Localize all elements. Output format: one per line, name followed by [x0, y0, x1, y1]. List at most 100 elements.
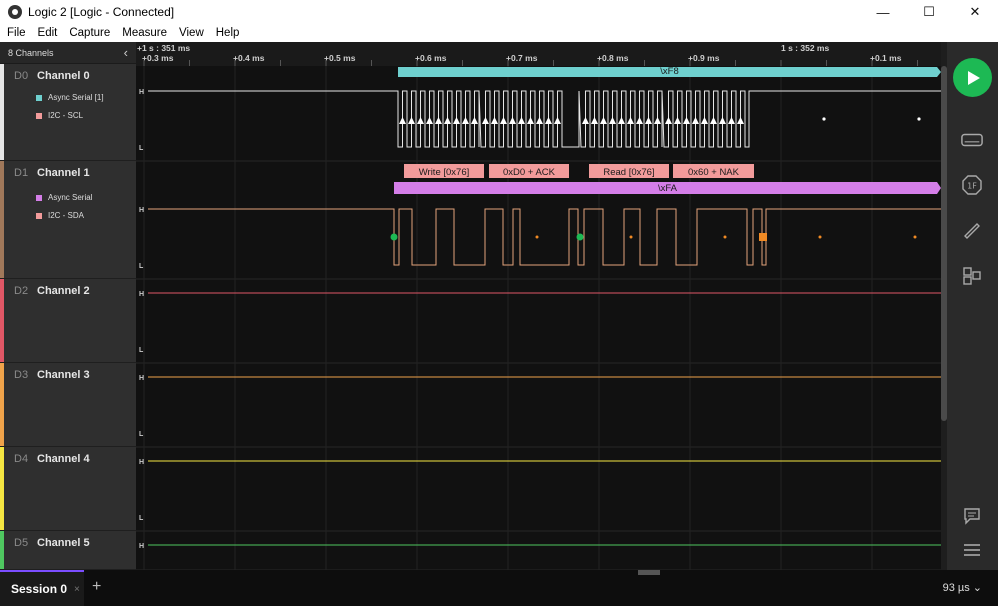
level-low-label: L [139, 347, 144, 354]
channel-color-bar [0, 447, 4, 530]
bit-sample-dot [913, 235, 917, 239]
menu-help[interactable]: Help [210, 27, 246, 39]
clock-edge-marker [683, 117, 690, 124]
clock-edge-marker [536, 117, 543, 124]
extensions-icon[interactable] [961, 265, 983, 287]
menu-bar: File Edit Capture Measure View Help [0, 24, 998, 42]
channel-id: D0 [14, 70, 29, 82]
channel-name[interactable]: Channel 5 [37, 537, 90, 549]
clock-edge-marker [582, 117, 589, 124]
channel-id: D1 [14, 167, 29, 179]
clock-edge-marker [527, 117, 534, 124]
channel-name[interactable]: Channel 2 [37, 285, 90, 297]
channel-color-bar [0, 161, 4, 278]
channel-row-5[interactable]: D5 Channel 5 [0, 531, 136, 570]
channel-0-trace [148, 90, 941, 148]
clock-edge-marker [518, 117, 525, 124]
channel-count: 8 Channels [8, 47, 54, 58]
measure-icon-glyph [964, 223, 980, 239]
channel-name[interactable]: Channel 3 [37, 369, 90, 381]
analyzer-name: Async Serial [1] [48, 93, 104, 102]
clock-edge-marker [674, 117, 681, 124]
clock-edge-marker [737, 117, 744, 124]
chat-icon[interactable] [961, 505, 983, 527]
bit-sample-dot [535, 235, 539, 239]
clock-edge-marker [692, 117, 699, 124]
analyzer-tag[interactable]: I2C - SDA [36, 211, 84, 220]
channel-row-2[interactable]: D2 Channel 2 [0, 279, 136, 363]
bit-sample-dot [818, 235, 822, 239]
channel-row-0[interactable]: D0 Channel 0 Async Serial [1] I2C - SCL [0, 64, 136, 161]
menu-file[interactable]: File [0, 27, 32, 39]
bit-sample-dot [629, 235, 633, 239]
analyzers-icon[interactable]: 1F [961, 174, 983, 196]
level-high-label: H [139, 207, 144, 214]
channel-id: D3 [14, 369, 29, 381]
channel-panel: 8 Channels ‹ D0 Channel 0 Async Serial [… [0, 42, 136, 570]
channel-row-3[interactable]: D3 Channel 3 [0, 363, 136, 447]
analyzer-tag[interactable]: Async Serial [36, 193, 92, 202]
clock-edge-marker [554, 117, 561, 124]
horizontal-scroll-thumb[interactable] [638, 570, 660, 575]
menu-icon[interactable] [961, 539, 983, 561]
chevron-left-icon[interactable]: ‹ [124, 45, 128, 60]
menu-icon-glyph [964, 544, 980, 556]
session-tab[interactable]: Session 0 × [0, 570, 84, 606]
level-low-label: L [139, 263, 144, 270]
clock-edge-marker [444, 117, 451, 124]
logic-app-icon [8, 5, 22, 19]
serial-frame-ch0-label: \xF8 [660, 66, 678, 77]
clock-edge-marker [500, 117, 507, 124]
i2c-stop-marker [759, 233, 767, 241]
clock-edge-marker [509, 117, 516, 124]
i2c-frame-label: Write [0x76] [419, 167, 470, 178]
clock-edge-marker [636, 117, 643, 124]
clock-edge-marker [435, 117, 442, 124]
analyzer-name: I2C - SDA [48, 211, 85, 220]
add-session-icon[interactable]: + [92, 578, 101, 596]
waveform-view[interactable]: +1 s : 351 ms 1 s : 352 ms +0.3 ms +0.4 … [136, 42, 941, 570]
menu-edit[interactable]: Edit [32, 27, 64, 39]
device-icon[interactable] [961, 129, 983, 151]
level-high-label: H [139, 543, 144, 550]
measure-icon[interactable] [961, 220, 983, 242]
analyzer-color-swatch [36, 212, 42, 219]
channel-row-4[interactable]: D4 Channel 4 [0, 447, 136, 531]
analyzer-color-swatch [36, 194, 42, 201]
analyzer-name: I2C - SCL [48, 111, 84, 120]
clock-edge-marker [545, 117, 552, 124]
analyzer-tag[interactable]: I2C - SCL [36, 111, 83, 120]
clock-edge-marker [482, 117, 489, 124]
clock-edge-marker [600, 117, 607, 124]
maximize-button[interactable]: ☐ [906, 0, 952, 24]
clock-edge-marker [426, 117, 433, 124]
session-tab-label: Session 0 [11, 582, 68, 596]
close-button[interactable]: ✕ [952, 0, 998, 24]
clock-edge-marker [471, 117, 478, 124]
clock-edge-marker [399, 117, 406, 124]
channel-name[interactable]: Channel 1 [37, 167, 90, 179]
level-low-label: L [139, 431, 144, 438]
level-low-label: L [139, 145, 144, 152]
analyzer-name: Async Serial [48, 193, 93, 202]
i2c-start-marker [390, 233, 398, 241]
channel-name[interactable]: Channel 0 [37, 70, 90, 82]
clock-edge-marker [591, 117, 598, 124]
channel-name[interactable]: Channel 4 [37, 453, 90, 465]
menu-measure[interactable]: Measure [116, 27, 173, 39]
clock-edge-marker [645, 117, 652, 124]
timescale-selector[interactable]: 93 µs ⌄ [943, 581, 982, 594]
menu-view[interactable]: View [173, 27, 210, 39]
menu-capture[interactable]: Capture [63, 27, 116, 39]
analyzer-tag[interactable]: Async Serial [1] [36, 93, 104, 102]
level-low-label: L [139, 515, 144, 522]
clock-edge-marker [728, 117, 735, 124]
play-button[interactable] [953, 58, 992, 97]
channel-id: D4 [14, 453, 29, 465]
close-tab-icon[interactable]: × [74, 584, 80, 595]
minimize-button[interactable]: — [860, 0, 906, 24]
channel-row-1[interactable]: D1 Channel 1 Async Serial I2C - SDA [0, 161, 136, 279]
clock-edge-marker [654, 117, 661, 124]
clock-edge-marker [618, 117, 625, 124]
clock-edge-marker [462, 117, 469, 124]
